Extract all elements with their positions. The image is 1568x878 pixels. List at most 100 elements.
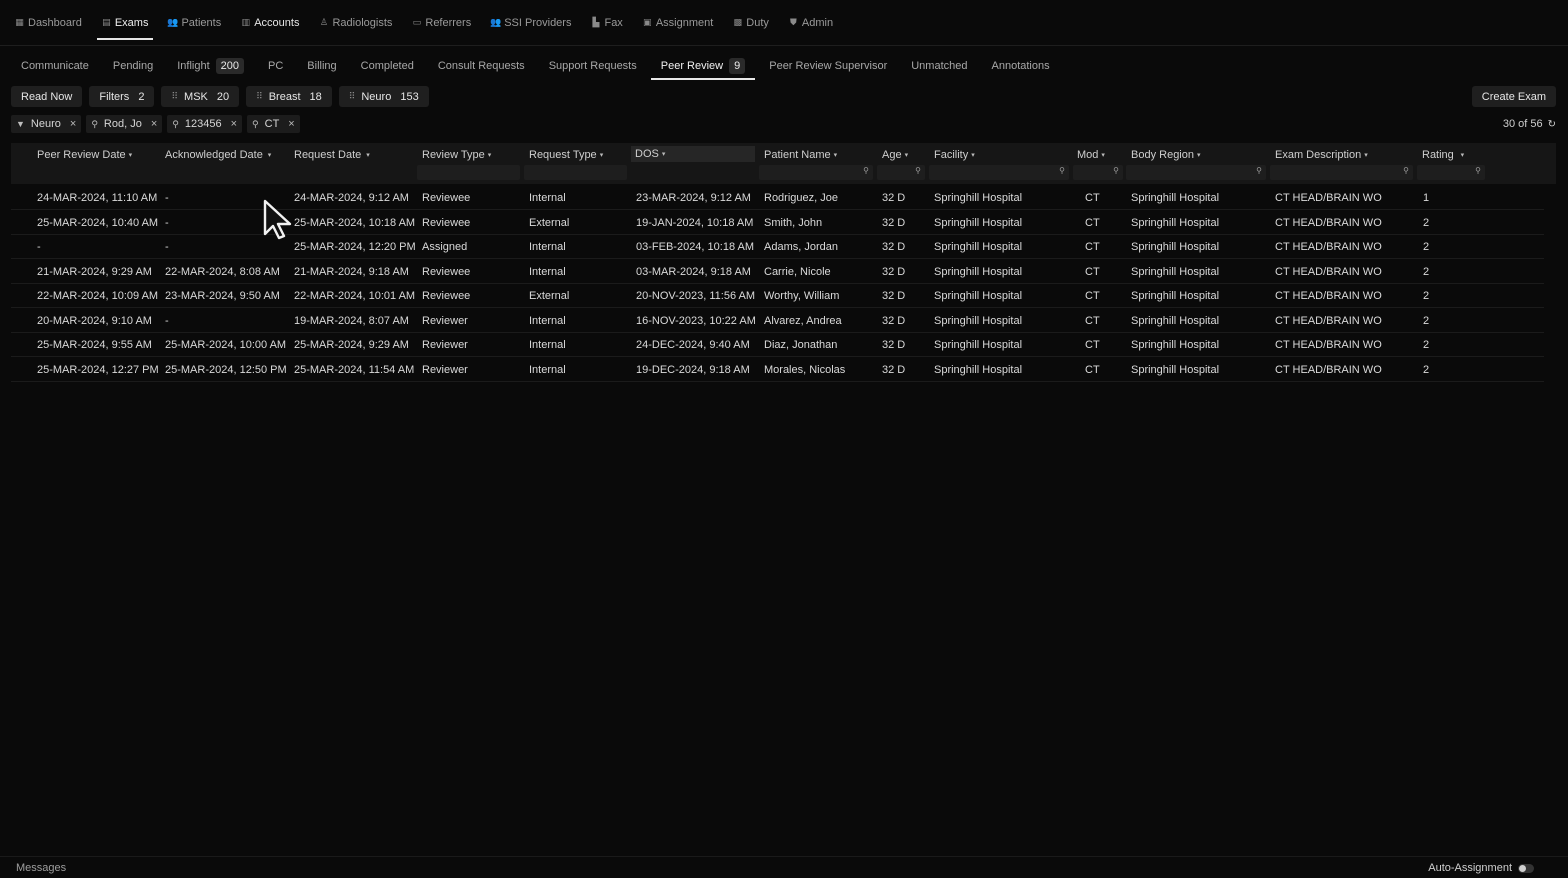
cell-request-type: Internal [529,241,566,253]
request-type-filter-input[interactable] [524,165,627,180]
cell-review-type: Reviewer [422,363,468,376]
table-row[interactable]: 24-MAR-2024, 11:10 AM - 24-MAR-2024, 9:12 … [11,186,1544,210]
nav-exams[interactable]: ▤ Exams [96,11,154,40]
cell-request-type: External [529,290,570,302]
count-text: 30 of 56 [1502,118,1543,130]
column-mod[interactable]: Mod ▾ [1077,149,1105,161]
auto-assignment-toggle[interactable] [1518,863,1534,873]
cell-facility: Springhill Hospital [934,216,1023,229]
button-label: Filters [99,90,130,103]
close-icon[interactable]: × [231,118,237,130]
nav-referrers[interactable]: ▭ Referrers [407,11,476,35]
tab-peer-review[interactable]: Peer Review 9 [650,54,756,80]
cell-acknowledged-date: 23-MAR-2024, 9:50 AM [165,290,280,302]
tab-peer-review-supervisor[interactable]: Peer Review Supervisor [759,54,897,78]
column-exam-description[interactable]: Exam Description ▾ [1275,149,1368,161]
tab-label: Communicate [21,60,89,72]
cell-age: 32 D [882,339,906,351]
tab-unmatched[interactable]: Unmatched [901,54,977,78]
read-now-button[interactable]: Read Now [11,86,83,107]
table-row[interactable]: 25-MAR-2024, 9:55 AM 25-MAR-2024, 10:00 A… [11,333,1544,357]
quick-filter-row: Read Now Filters 2 ⠿ MSK 20 ⠿ Breast 18 ⠿ Neur… [11,86,429,107]
footer-bar: Messages Auto-Assignment [0,856,1568,878]
patient-name-filter-input[interactable]: ⚲ [759,165,873,180]
column-review-type[interactable]: Review Type ▾ [422,149,491,161]
nav-duty[interactable]: ▩ Duty [728,11,774,35]
table-row[interactable]: 25-MAR-2024, 10:40 AM - 25-MAR-2024, 10:18… [11,211,1544,235]
cell-exam-description: CT HEAD/BRAIN WO [1275,265,1382,278]
tab-consult-requests[interactable]: Consult Requests [428,54,535,78]
neuro-filter-button[interactable]: ⠿ Neuro 153 [338,86,429,107]
nav-assignment[interactable]: ▣ Assignment [638,11,718,35]
clipboard-icon: ▣ [643,17,652,27]
tab-pc[interactable]: PC [258,54,293,78]
tab-billing[interactable]: Billing [297,54,346,78]
breast-filter-button[interactable]: ⠿ Breast 18 [246,86,332,107]
table-row[interactable]: 20-MAR-2024, 9:10 AM - 19-MAR-2024, 8:07 A… [11,309,1544,333]
rating-filter-input[interactable]: ⚲ [1417,165,1485,180]
table-row[interactable]: 25-MAR-2024, 12:27 PM 25-MAR-2024, 12:50 … [11,358,1544,382]
column-peer-review-date[interactable]: Peer Review Date ▾ [37,149,132,161]
nav-fax[interactable]: ▙ Fax [586,11,627,35]
tab-label: Consult Requests [437,60,525,72]
close-icon[interactable]: × [70,118,76,130]
cell-review-type: Reviewee [422,192,471,204]
count-badge: 200 [215,58,245,74]
cell-age: 32 D [882,192,906,204]
button-label: Neuro [361,90,392,103]
close-icon[interactable]: × [151,118,157,130]
nav-patients[interactable]: 👥 Patients [163,11,226,35]
column-dos[interactable]: DOS ▾ [631,146,755,162]
column-acknowledged-date[interactable]: Acknowledged Date ▾ [165,149,271,161]
cell-patient-name: Adams, Jordan [764,241,838,253]
close-icon[interactable]: × [288,118,294,130]
column-label: Mod [1077,149,1099,161]
column-patient-name[interactable]: Patient Name ▾ [764,149,837,161]
table-row[interactable]: - - 25-MAR-2024, 12:20 PM Assigned Internal 0… [11,235,1544,259]
tab-label: Peer Review Supervisor [769,60,888,72]
msk-filter-button[interactable]: ⠿ MSK 20 [161,86,240,107]
nav-radiologists[interactable]: ♙ Radiologists [314,11,397,35]
column-request-type[interactable]: Request Type ▾ [529,149,603,161]
column-rating[interactable]: Rating ▾ [1422,149,1464,161]
table-row[interactable]: 22-MAR-2024, 10:09 AM 23-MAR-2024, 9:50 A… [11,284,1544,308]
age-filter-input[interactable]: ⚲ [877,165,925,180]
create-exam-button[interactable]: Create Exam [1471,86,1556,107]
nav-ssi-providers[interactable]: 👥 SSI Providers [486,11,576,35]
tab-communicate[interactable]: Communicate [11,54,99,78]
id-card-icon: ▭ [412,17,422,27]
table-row[interactable]: 21-MAR-2024, 9:29 AM 22-MAR-2024, 8:08 AM… [11,260,1544,284]
chevron-down-icon: ▾ [364,152,370,159]
tab-pending[interactable]: Pending [103,54,163,78]
column-request-date[interactable]: Request Date ▾ [294,149,370,161]
tab-support-requests[interactable]: Support Requests [539,54,647,78]
facility-filter-input[interactable]: ⚲ [929,165,1069,180]
cell-request-date: 25-MAR-2024, 11:54 AM [294,363,415,376]
cell-rating: 2 [1423,265,1430,278]
tab-inflight[interactable]: Inflight 200 [167,54,254,78]
group-icon: 👥 [490,17,502,27]
review-type-filter-input[interactable] [417,165,520,180]
column-age[interactable]: Age ▾ [882,149,908,161]
column-body-region[interactable]: Body Region ▾ [1131,149,1201,161]
mod-filter-input[interactable]: ⚲ [1073,165,1123,180]
filters-button[interactable]: Filters 2 [89,86,155,107]
tab-completed[interactable]: Completed [351,54,424,78]
exam-description-filter-input[interactable]: ⚲ [1270,165,1413,180]
chevron-down-icon: ▾ [904,152,909,159]
nav-label: Duty [746,16,769,29]
filters-count: 2 [138,90,145,103]
tab-annotations[interactable]: Annotations [982,54,1060,78]
nav-admin[interactable]: ⛊ Admin [784,11,838,35]
messages-link[interactable]: Messages [16,862,66,874]
body-region-filter-input[interactable]: ⚲ [1126,165,1266,180]
cell-facility: Springhill Hospital [934,265,1023,278]
drag-handle-icon: ⠿ [171,91,179,101]
search-icon: ⚲ [1475,166,1481,175]
nav-accounts[interactable]: ▥ Accounts [236,11,304,35]
auto-assignment-control: Auto-Assignment [1428,862,1534,874]
result-count: 30 of 56 ↻ [1503,118,1556,130]
nav-dashboard[interactable]: ▦ Dashboard [10,11,87,35]
refresh-icon[interactable]: ↻ [1548,119,1556,130]
column-facility[interactable]: Facility ▾ [934,149,975,161]
